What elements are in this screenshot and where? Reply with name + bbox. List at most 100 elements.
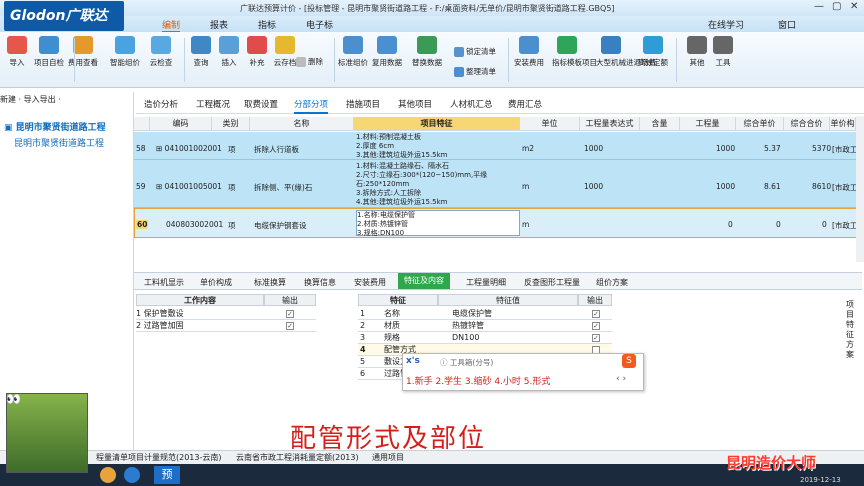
feature-value[interactable]: DN100 [452,332,479,344]
grid-header-qty[interactable]: 工程量 [680,117,736,131]
feature-value[interactable]: 热镀锌管 [452,320,484,332]
query-button[interactable]: 查询 [186,36,216,68]
template-button[interactable]: 指标模板项目 [552,36,597,68]
quota-button[interactable]: 高效定额 [638,36,668,68]
machine-button[interactable]: 大型机械进退场费 [596,36,656,68]
tab-install-cost[interactable]: 安装费用 [354,277,386,288]
work-content-header: 工作内容 [136,294,264,306]
tab-price-scheme[interactable]: 组价方案 [596,277,628,288]
ime-page-arrows-icon[interactable]: ‹ › [616,374,626,384]
row-expr[interactable]: 1000 [584,182,603,191]
tab-overview[interactable]: 工程概况 [196,98,230,110]
row-features[interactable]: 1.材料:混凝土路缘石、隔水石 2.尺寸:立缘石:300*(120~150)mm… [356,162,487,207]
feature-name[interactable]: 名称 [384,308,400,320]
reuse-data-button[interactable]: 复用数据 [372,36,402,68]
tab-labor-material[interactable]: 人材机汇总 [450,98,493,110]
close-icon[interactable]: ✕ [850,1,858,12]
other-icon [687,36,707,54]
taskbar-app-icon[interactable]: 预 [154,466,180,484]
feature-value[interactable]: 电缆保护管 [452,308,492,320]
tab-measures[interactable]: 措施项目 [346,98,380,110]
row-unit: m [522,220,530,229]
grid-header-code[interactable]: 编码 [150,117,212,131]
table-row[interactable] [134,160,862,208]
row-name[interactable]: 拆除侧、平(缘)石 [254,182,312,193]
output-checkbox[interactable]: ✓ [286,322,294,330]
menu-index[interactable]: 指标 [258,18,276,31]
tab-quantity-detail[interactable]: 工程量明细 [466,277,506,288]
table-row[interactable]: 1 名称 电缆保护管 ✓ [358,308,612,320]
output-checkbox[interactable]: ✓ [592,322,600,330]
feature-scheme-panel[interactable]: 项目特征方案 [846,300,856,360]
grid-header-total[interactable]: 综合合价 [784,117,830,131]
table-row[interactable]: 3 规格 DN100 ✓ [358,332,612,344]
ime-hint[interactable]: ⓘ 工具箱(分号) [440,357,493,368]
row-code[interactable]: 040803002001 [166,220,223,229]
minimize-icon[interactable]: — [814,1,824,12]
tab-fee-summary[interactable]: 费用汇总 [508,98,542,110]
tab-standard-convert[interactable]: 标准换算 [254,277,286,288]
table-row[interactable] [134,132,862,160]
grid-header-expr[interactable]: 工程量表达式 [580,117,640,131]
tab-features-content[interactable]: 特征及内容 [398,273,450,289]
grid-header-content[interactable]: 含量 [640,117,680,131]
insert-button[interactable]: 插入 [214,36,244,68]
row-name[interactable]: 拆除人行道板 [254,144,299,155]
row-code[interactable]: ⊞ 041001005001 [156,182,222,191]
row-name[interactable]: 电缆保护钢套设 [254,220,307,231]
taskbar-app-icon[interactable] [124,467,140,483]
taskbar-app-icon[interactable] [100,467,116,483]
window-menu[interactable]: 窗口 [778,18,796,31]
menu-report[interactable]: 报表 [210,18,228,31]
replace-data-button[interactable]: 替换数据 [412,36,442,68]
tools-button[interactable]: 工具 [708,36,738,68]
grid-header-features[interactable]: 项目特征 [354,117,520,131]
tab-other-items[interactable]: 其他项目 [398,98,432,110]
grid-scrollbar[interactable] [856,116,864,262]
output-checkbox[interactable]: ✓ [592,310,600,318]
ime-candidates[interactable]: 1.新手 2.学生 3.缩砂 4.小时 5.形式 [406,374,550,387]
feature-name[interactable]: 规格 [384,332,400,344]
tab-convert-info[interactable]: 换算信息 [304,277,336,288]
tab-items[interactable]: 分部分项 [294,98,329,114]
tab-unit-price-build[interactable]: 单价构成 [200,277,232,288]
row-expr[interactable]: 1000 [584,144,603,153]
grid-header-unit-price[interactable]: 综合单价 [736,117,784,131]
ribbon-button-label: 费用查看 [68,58,98,67]
organize-list-button[interactable]: 整理清单 [454,66,496,77]
grid-header-build[interactable]: 单价构 [830,117,856,131]
grid-header-unit[interactable]: 单位 [520,117,580,131]
tree-root[interactable]: ▣ 昆明市聚贤街道路工程 [4,120,106,133]
row-features-editor[interactable]: 1.名称:电缆保护管 2.材质:热镀锌管 3.规格:DN100 [356,210,520,237]
lock-list-button[interactable]: 锁定清单 [454,46,496,57]
standard-price-button[interactable]: 标准组价 [338,36,368,68]
maximize-icon[interactable]: ▢ [832,1,841,12]
import-button[interactable]: 导入 [2,36,32,68]
menu-ebid[interactable]: 电子标 [306,18,333,31]
sogou-logo-icon: S [622,354,636,368]
grid-header-type[interactable]: 类别 [212,117,250,131]
install-cost-button[interactable]: 安装费用 [514,36,544,68]
check-button[interactable]: 项目自检 [34,36,64,68]
row-code[interactable]: ⊞ 041001002001 [156,144,222,153]
tab-cost-analysis[interactable]: 造价分析 [144,98,178,110]
row-features[interactable]: 1.材料:预制混凝土板 2.厚度 6cm 3.其他:建筑垃圾外运15.5km [356,133,448,160]
tab-fee-settings[interactable]: 取费设置 [244,98,278,110]
output-checkbox[interactable]: ✓ [592,334,600,342]
supplement-button[interactable]: 补充 [242,36,272,68]
feature-name[interactable]: 材质 [384,320,400,332]
table-row[interactable]: 2 材质 热镀锌管 ✓ [358,320,612,332]
tree-toolbar[interactable]: 新建 · 导入导出 · [0,94,134,108]
tree-child[interactable]: 昆明市聚贤街道路工程 [14,136,104,149]
output-checkbox[interactable]: ✓ [286,310,294,318]
grid-header-name[interactable]: 名称 [250,117,354,131]
tab-labor-display[interactable]: 工料机显示 [144,277,184,288]
online-study-link[interactable]: 在线学习 [708,18,744,31]
cost-view-button[interactable]: 费用查看 [68,36,98,68]
tab-reverse-lookup[interactable]: 反查图形工程量 [524,277,580,288]
cloud-check-button[interactable]: 云检查 [146,36,176,68]
menu-edit[interactable]: 编制 [162,18,181,33]
delete-button[interactable]: 删除 [296,56,323,67]
quota-icon [643,36,663,54]
smart-price-button[interactable]: 智能组价 [110,36,140,68]
